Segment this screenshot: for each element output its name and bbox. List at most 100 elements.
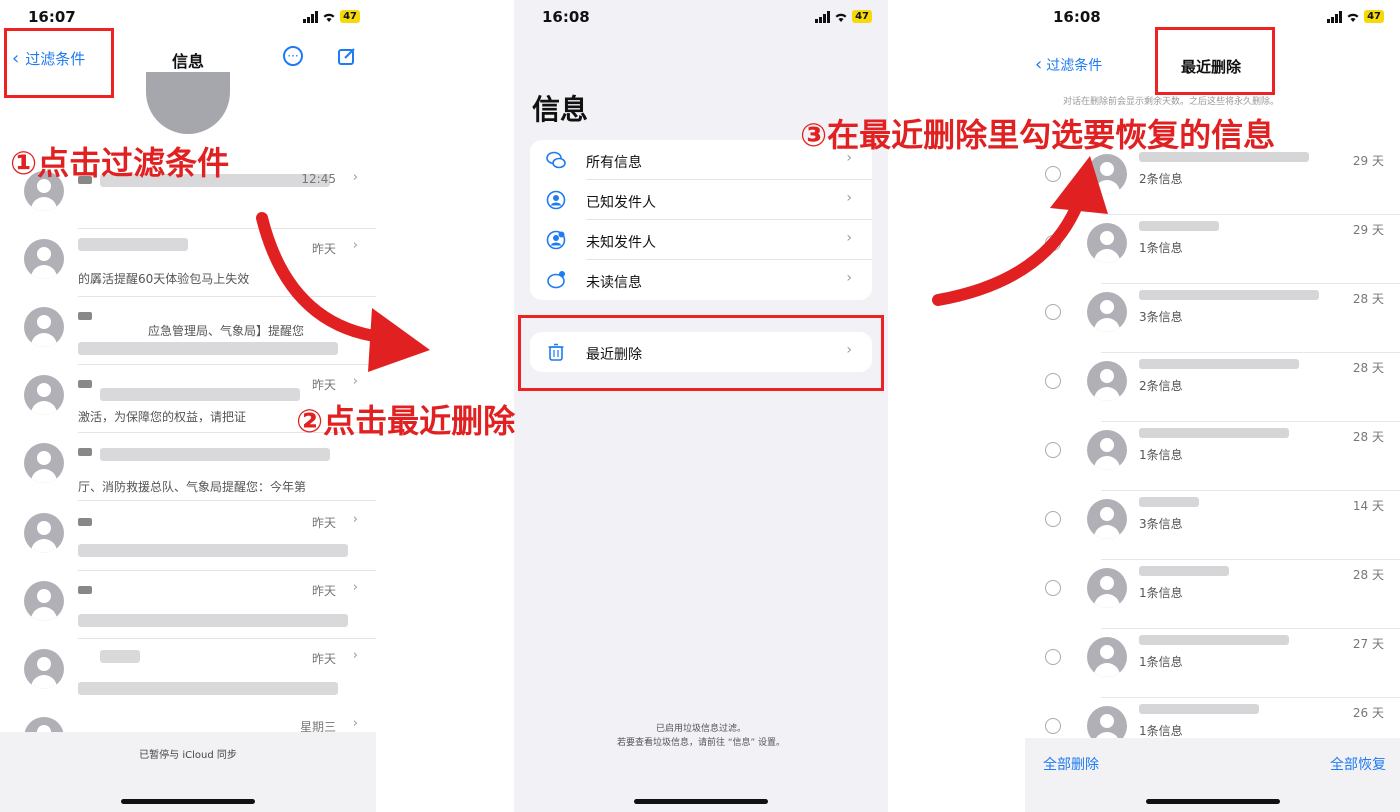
avatar xyxy=(1087,361,1127,401)
filter-back-label: 过滤条件 xyxy=(1046,57,1103,74)
message-count: 3条信息 xyxy=(1139,517,1183,531)
conversation-row[interactable]: 昨天 › xyxy=(0,572,376,640)
signal-icon xyxy=(1327,10,1343,23)
status-time: 16:08 xyxy=(542,8,590,26)
signal-icon xyxy=(303,10,319,23)
redacted-text xyxy=(78,614,348,627)
conversation-row[interactable]: 昨天 › xyxy=(0,640,376,708)
arrow-step1-to-step2 xyxy=(256,212,430,372)
chevron-right-icon: › xyxy=(846,190,852,206)
more-icon[interactable]: ··· xyxy=(283,46,303,66)
person-circle-icon xyxy=(546,190,566,210)
chevron-right-icon: › xyxy=(352,580,358,595)
highlight-box-recently-deleted xyxy=(518,315,884,391)
chevron-right-icon: › xyxy=(352,512,358,527)
select-radio[interactable] xyxy=(1045,373,1061,389)
message-count: 2条信息 xyxy=(1139,172,1183,186)
filter-known-senders[interactable]: 已知发件人 › xyxy=(530,180,872,220)
junk-filter-line2[interactable]: 若要查看垃圾信息，请前往 “信息” 设置。 xyxy=(514,736,888,750)
redacted-text xyxy=(1139,290,1319,300)
highlight-box-title xyxy=(1155,27,1275,95)
avatar xyxy=(24,649,64,689)
days-remaining: 26 天 xyxy=(1352,706,1384,720)
redacted-text xyxy=(100,650,140,663)
days-remaining: 29 天 xyxy=(1352,223,1384,237)
deleted-conversation[interactable]: 28 天 1条信息 xyxy=(1025,560,1400,629)
redacted-text xyxy=(1139,566,1229,576)
deleted-conversation[interactable]: 14 天 3条信息 xyxy=(1025,491,1400,560)
deleted-conversation[interactable]: 28 天 1条信息 xyxy=(1025,422,1400,491)
status-bar: 16:08 47 xyxy=(514,8,888,28)
avatar xyxy=(24,239,64,279)
wifi-icon xyxy=(323,13,335,22)
redacted-text xyxy=(1139,635,1289,645)
filter-back-button[interactable]: ‹ 过滤条件 xyxy=(1035,54,1102,75)
recover-all-button[interactable]: 全部恢复 xyxy=(1330,754,1386,774)
signal-icon xyxy=(815,10,831,23)
deleted-conversation[interactable]: 28 天 2条信息 xyxy=(1025,353,1400,422)
message-count: 1条信息 xyxy=(1139,586,1183,600)
divider xyxy=(78,500,376,501)
status-bar: 16:07 47 xyxy=(0,8,376,28)
filter-unknown-senders[interactable]: 未知发件人 › xyxy=(530,220,872,260)
message-count: 3条信息 xyxy=(1139,310,1183,324)
battery-icon: 47 xyxy=(1364,10,1384,23)
compose-icon[interactable] xyxy=(337,46,357,66)
redacted-text xyxy=(1139,428,1289,438)
avatar xyxy=(1087,637,1127,677)
message-count: 1条信息 xyxy=(1139,655,1183,669)
tag-badge xyxy=(78,380,92,388)
status-icons: 47 xyxy=(303,10,360,23)
days-remaining: 28 天 xyxy=(1352,568,1384,582)
select-radio[interactable] xyxy=(1045,442,1061,458)
select-radio[interactable] xyxy=(1045,718,1061,734)
days-remaining: 28 天 xyxy=(1352,292,1384,306)
message-count: 2条信息 xyxy=(1139,379,1183,393)
redacted-text xyxy=(100,388,300,401)
home-indicator xyxy=(1145,799,1280,804)
conversation-row[interactable]: 昨天 › xyxy=(0,504,376,572)
junk-filter-line1: 已启用垃圾信息过滤。 xyxy=(655,724,746,734)
select-radio[interactable] xyxy=(1045,580,1061,596)
status-bar: 16:08 47 xyxy=(1025,8,1400,28)
filter-label: 所有信息 xyxy=(586,155,642,171)
large-title: 信息 xyxy=(532,93,589,126)
wifi-icon xyxy=(835,13,847,22)
redacted-text xyxy=(78,238,188,251)
avatar xyxy=(24,513,64,553)
tag-badge xyxy=(78,312,92,320)
sync-status-text: 已暂停与 iCloud 同步 xyxy=(139,750,237,761)
conversation-date: 昨天 xyxy=(311,516,336,530)
battery-icon: 47 xyxy=(340,10,360,23)
pinned-avatar[interactable] xyxy=(146,72,230,134)
conversation-row[interactable]: 厅、消防救援总队、气象局提醒您：今年第 xyxy=(0,434,376,502)
callout-step2: ②点击最近删除 xyxy=(296,402,516,440)
select-radio[interactable] xyxy=(1045,511,1061,527)
days-remaining: 28 天 xyxy=(1352,430,1384,444)
conversation-preview: 厅、消防救援总队、气象局提醒您：今年第 xyxy=(78,480,307,494)
delete-all-button[interactable]: 全部删除 xyxy=(1043,754,1099,774)
tag-badge xyxy=(78,518,92,526)
chevron-right-icon: › xyxy=(846,270,852,286)
message-count: 1条信息 xyxy=(1139,241,1183,255)
conversation-date: 昨天 xyxy=(311,584,336,598)
days-remaining: 29 天 xyxy=(1352,154,1384,168)
redacted-text xyxy=(1139,221,1219,231)
filter-unread[interactable]: 未读信息 › xyxy=(530,260,872,300)
redacted-text xyxy=(78,682,338,695)
redacted-text xyxy=(1139,704,1259,714)
select-radio[interactable] xyxy=(1045,649,1061,665)
avatar xyxy=(24,581,64,621)
callout-step1: ①点击过滤条件 xyxy=(10,144,230,182)
wifi-icon xyxy=(1347,13,1359,22)
arrow-step2-to-step3 xyxy=(932,156,1108,306)
highlight-box-filter xyxy=(4,28,114,98)
status-time: 16:07 xyxy=(28,8,76,26)
message-count: 1条信息 xyxy=(1139,448,1183,462)
deleted-conversation[interactable]: 27 天 1条信息 xyxy=(1025,629,1400,698)
chevron-right-icon: › xyxy=(352,648,358,663)
tag-badge xyxy=(78,586,92,594)
avatar xyxy=(24,375,64,415)
home-indicator xyxy=(121,799,255,804)
redacted-text xyxy=(1139,359,1299,369)
